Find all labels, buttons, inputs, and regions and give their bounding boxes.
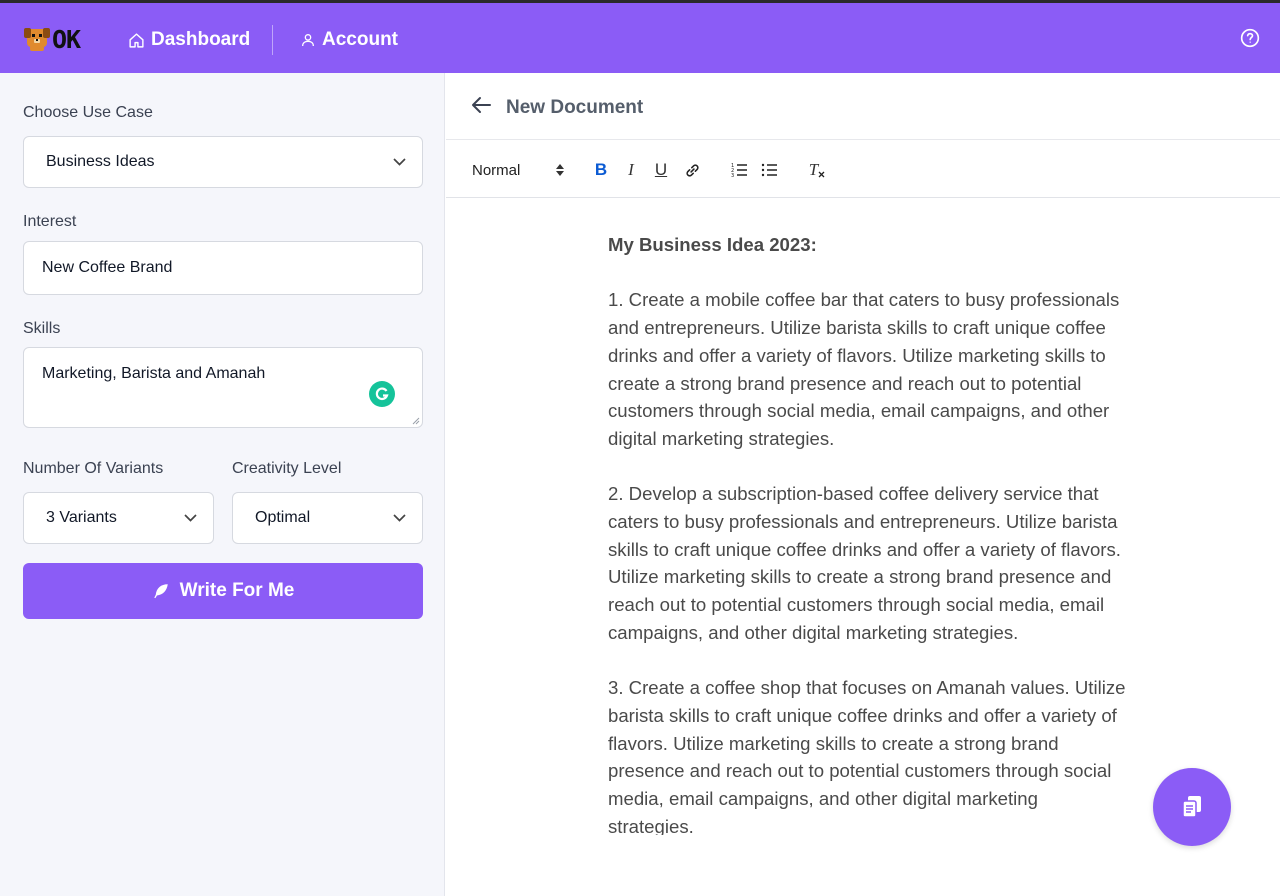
top-navigation-bar: OK Dashboard Account xyxy=(0,3,1280,73)
use-case-select[interactable]: Business Ideas xyxy=(23,136,423,188)
clear-format-glyph: T xyxy=(808,160,819,179)
document-content: My Business Idea 2023: 1. Create a mobil… xyxy=(608,231,1128,835)
brand-logo[interactable]: OK xyxy=(24,24,81,54)
interest-input[interactable]: New Coffee Brand xyxy=(23,241,423,295)
variants-value: 3 Variants xyxy=(46,509,117,526)
bullet-list-button[interactable] xyxy=(759,159,779,181)
chevron-down-icon xyxy=(393,158,406,166)
app-window: OK Dashboard Account Choose Use Case Bus… xyxy=(0,0,1280,896)
skills-textarea[interactable]: Marketing, Barista and Amanah xyxy=(23,347,423,428)
feather-icon xyxy=(153,584,168,599)
nav-divider xyxy=(272,25,273,55)
bold-button[interactable]: B xyxy=(591,159,611,181)
use-case-value: Business Ideas xyxy=(46,153,155,170)
variants-select[interactable]: 3 Variants xyxy=(23,492,214,544)
idea-paragraph: 2. Develop a subscription-based coffee d… xyxy=(608,483,1121,643)
svg-text:3: 3 xyxy=(731,173,734,178)
format-select[interactable]: Normal xyxy=(472,159,564,181)
nav-account-label: Account xyxy=(322,29,398,50)
resize-handle-icon[interactable] xyxy=(412,417,420,425)
skills-label: Skills xyxy=(23,320,61,337)
write-for-me-label: Write For Me xyxy=(179,580,295,601)
link-icon xyxy=(685,163,699,177)
home-icon xyxy=(129,32,144,48)
clear-format-button[interactable]: T xyxy=(806,159,828,181)
chevron-down-icon xyxy=(393,514,406,522)
use-case-label: Choose Use Case xyxy=(23,104,153,121)
creativity-value: Optimal xyxy=(255,509,311,526)
document-title: New Document xyxy=(506,97,644,118)
interest-label: Interest xyxy=(23,213,77,230)
user-icon xyxy=(302,34,314,47)
copy-icon xyxy=(1182,796,1201,818)
italic-button[interactable]: I xyxy=(621,159,641,181)
ordered-list-icon: 123 xyxy=(731,163,747,178)
sort-arrows-icon xyxy=(556,164,564,176)
underline-button[interactable]: U xyxy=(651,159,671,181)
write-for-me-button[interactable]: Write For Me xyxy=(23,563,423,619)
clear-x-icon xyxy=(818,171,825,178)
nav-dashboard-label: Dashboard xyxy=(151,29,251,50)
creativity-label: Creativity Level xyxy=(232,460,342,477)
document-heading: My Business Idea 2023: xyxy=(608,234,817,255)
nav-dashboard[interactable]: Dashboard xyxy=(128,27,250,53)
grammarly-icon[interactable] xyxy=(369,381,395,407)
creativity-select[interactable]: Optimal xyxy=(232,492,423,544)
bullet-list-icon xyxy=(761,163,777,177)
editor-toolbar: Normal B I U 123 T xyxy=(446,141,1280,198)
chevron-down-icon xyxy=(184,514,197,522)
arrow-left-icon[interactable] xyxy=(470,95,492,115)
document-header: New Document xyxy=(446,73,1280,140)
idea-paragraph: 1. Create a mobile coffee bar that cater… xyxy=(608,289,1120,449)
format-select-value: Normal xyxy=(472,161,521,179)
document-editor[interactable]: My Business Idea 2023: 1. Create a mobil… xyxy=(446,199,1280,835)
variants-label: Number Of Variants xyxy=(23,460,164,477)
skills-value: Marketing, Barista and Amanah xyxy=(42,365,266,382)
idea-paragraph: 3. Create a coffee shop that focuses on … xyxy=(608,677,1126,835)
help-circle-icon[interactable] xyxy=(1240,28,1260,48)
dog-mascot-icon xyxy=(24,28,50,51)
logo-text: OK xyxy=(52,24,81,54)
nav-account[interactable]: Account xyxy=(300,27,398,53)
generator-sidebar: Choose Use Case Business Ideas Interest … xyxy=(0,73,445,896)
interest-value: New Coffee Brand xyxy=(42,259,173,276)
copy-document-button[interactable] xyxy=(1153,768,1231,846)
link-button[interactable] xyxy=(682,159,702,181)
ordered-list-button[interactable]: 123 xyxy=(729,159,749,181)
